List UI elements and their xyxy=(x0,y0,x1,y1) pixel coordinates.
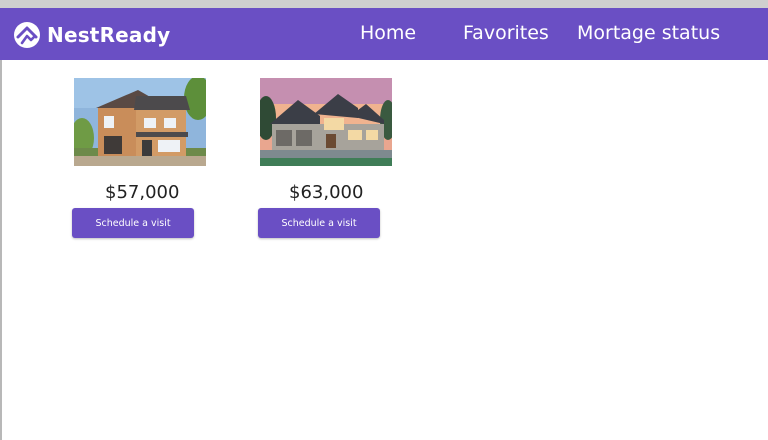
nav-mortgage-status-link[interactable]: Mortage status xyxy=(577,22,720,44)
nav-home-link[interactable]: Home xyxy=(360,22,416,44)
gray-house-photo[interactable] xyxy=(260,78,392,166)
brick-house-photo[interactable] xyxy=(74,78,206,166)
navbar: NestReady Home Favorites Mortage status xyxy=(0,8,768,60)
listing-card: $57,000 Schedule a visit xyxy=(72,78,206,238)
house-arrow-logo-icon xyxy=(14,22,40,48)
schedule-visit-button[interactable]: Schedule a visit xyxy=(72,208,194,238)
brand-name: NestReady xyxy=(47,23,171,47)
left-window-border xyxy=(0,60,2,440)
listing-card: $63,000 Schedule a visit xyxy=(258,78,392,238)
window-top-border xyxy=(0,0,768,8)
schedule-visit-button[interactable]: Schedule a visit xyxy=(258,208,380,238)
nav-favorites-link[interactable]: Favorites xyxy=(463,22,549,44)
listing-price: $57,000 xyxy=(105,182,180,203)
brand-logo-link[interactable]: NestReady xyxy=(13,21,170,49)
listing-price: $63,000 xyxy=(289,182,364,203)
